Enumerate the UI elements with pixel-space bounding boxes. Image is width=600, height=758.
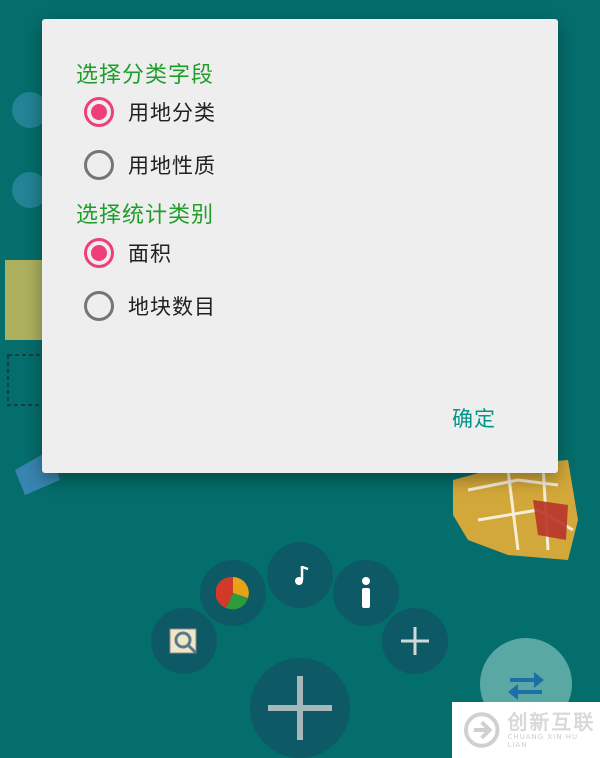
info-button[interactable] bbox=[333, 560, 399, 626]
pie-chart-icon bbox=[216, 576, 250, 610]
radio-option-land-use-nature[interactable]: 用地性质 bbox=[84, 145, 216, 185]
audio-button[interactable] bbox=[267, 542, 333, 608]
watermark-icon bbox=[463, 712, 500, 748]
plus-icon bbox=[399, 625, 431, 657]
classification-dialog: 选择分类字段 用地分类 用地性质 选择统计类别 面积 地块数目 确定 bbox=[42, 19, 558, 473]
map-parcels bbox=[453, 460, 578, 560]
confirm-button[interactable]: 确定 bbox=[452, 403, 496, 433]
statistics-button[interactable] bbox=[200, 560, 266, 626]
section-title-statistic-category: 选择统计类别 bbox=[76, 203, 215, 228]
radio-option-parcel-count[interactable]: 地块数目 bbox=[84, 286, 216, 326]
main-add-button[interactable] bbox=[250, 658, 350, 758]
radio-checked-icon[interactable] bbox=[84, 238, 114, 268]
large-plus-icon bbox=[268, 676, 332, 740]
map-search-icon bbox=[166, 623, 202, 659]
swap-arrows-icon bbox=[506, 668, 546, 700]
option-label: 用地性质 bbox=[128, 154, 216, 178]
watermark-english-text: CHUANG XIN HU LIAN bbox=[507, 733, 579, 749]
radio-option-area[interactable]: 面积 bbox=[84, 233, 172, 273]
watermark-logo: 创新互联 CHUANG XIN HU LIAN bbox=[452, 702, 600, 758]
option-label: 用地分类 bbox=[128, 101, 216, 125]
watermark-chinese-text: 创新互联 bbox=[507, 710, 596, 734]
add-small-button[interactable] bbox=[382, 608, 448, 674]
radio-checked-icon[interactable] bbox=[84, 97, 114, 127]
radio-option-land-use-class[interactable]: 用地分类 bbox=[84, 92, 216, 132]
radio-unchecked-icon[interactable] bbox=[84, 150, 114, 180]
music-note-icon bbox=[288, 563, 312, 587]
map-search-button[interactable] bbox=[151, 608, 217, 674]
option-label: 地块数目 bbox=[128, 295, 216, 319]
info-icon bbox=[358, 576, 374, 610]
section-title-classification-field: 选择分类字段 bbox=[76, 63, 215, 88]
option-label: 面积 bbox=[128, 242, 172, 266]
radio-unchecked-icon[interactable] bbox=[84, 291, 114, 321]
